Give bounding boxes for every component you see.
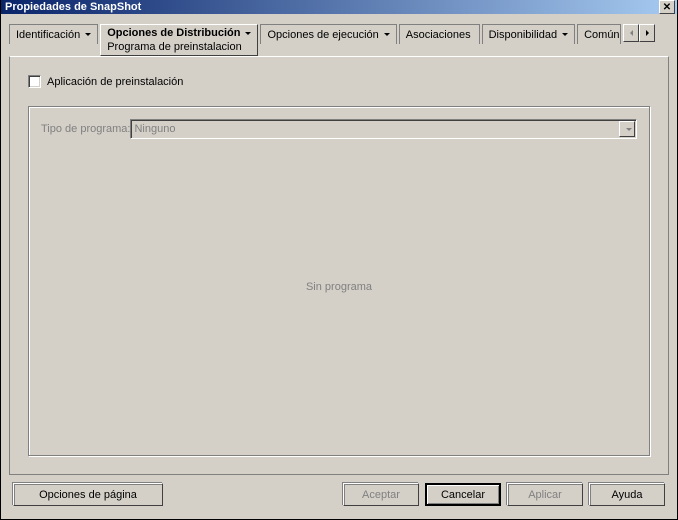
tab-scroll-right-button[interactable] [639,24,655,42]
program-type-label: Tipo de programa: [41,123,130,135]
tab-bar: Identificación Opciones de Distribución … [7,20,671,56]
chevron-down-icon [626,128,632,131]
tab-comun[interactable]: Común [577,24,621,44]
chevron-right-icon [646,30,649,36]
tab-label: Común [584,29,619,41]
button-label: Aplicar [528,489,562,501]
button-label: Cancelar [441,489,485,501]
tab-disponibilidad[interactable]: Disponibilidad [482,24,576,44]
apply-button: Aplicar [507,483,583,506]
program-type-dropdown: Ninguno [130,119,637,139]
content-area: Identificación Opciones de Distribución … [1,14,677,520]
window-title: Propiedades de SnapShot [5,1,659,13]
button-label: Aceptar [362,489,400,501]
dropdown-button [619,121,635,137]
chevron-down-icon [245,32,251,35]
tab-asociaciones[interactable]: Asociaciones [399,24,480,44]
button-label: Ayuda [612,489,643,501]
no-program-text: Sin programa [29,281,649,293]
tab-label: Opciones de Distribución [107,27,240,39]
tab-panel: Aplicación de preinstalación Tipo de pro… [9,56,669,475]
program-type-value: Ninguno [134,123,175,135]
chevron-down-icon [85,33,91,36]
chevron-down-icon [384,33,390,36]
cancel-button[interactable]: Cancelar [425,483,501,506]
tab-label: Disponibilidad [489,29,558,41]
properties-dialog: Propiedades de SnapShot ✕ Identificación… [0,0,678,520]
titlebar: Propiedades de SnapShot ✕ [1,0,677,14]
tab-label: Opciones de ejecución [267,29,378,41]
chevron-down-icon [562,33,568,36]
program-type-row: Tipo de programa: Ninguno [41,119,637,139]
close-button[interactable]: ✕ [659,0,675,14]
button-label: Opciones de página [39,489,137,501]
tab-opciones-distribucion[interactable]: Opciones de Distribución Programa de pre… [100,24,258,56]
accept-button: Aceptar [343,483,419,506]
preinstall-app-row: Aplicación de preinstalación [28,75,650,88]
tab-label: Asociaciones [406,29,471,41]
help-button[interactable]: Ayuda [589,483,665,506]
tab-opciones-ejecucion[interactable]: Opciones de ejecución [260,24,396,44]
chevron-left-icon [630,30,633,36]
tab-label: Identificación [16,29,80,41]
dialog-button-row: Opciones de página Aceptar Cancelar Apli… [7,479,671,514]
tab-scroll-left-button[interactable] [623,24,639,42]
preinstall-app-label: Aplicación de preinstalación [47,76,183,88]
page-options-button[interactable]: Opciones de página [13,483,163,506]
active-subtab-label: Programa de preinstalacion [107,41,242,53]
close-icon: ✕ [663,2,671,13]
preinstall-app-checkbox[interactable] [28,75,41,88]
program-groupbox: Tipo de programa: Ninguno Sin programa [28,106,650,456]
tab-identificacion[interactable]: Identificación [9,24,98,44]
